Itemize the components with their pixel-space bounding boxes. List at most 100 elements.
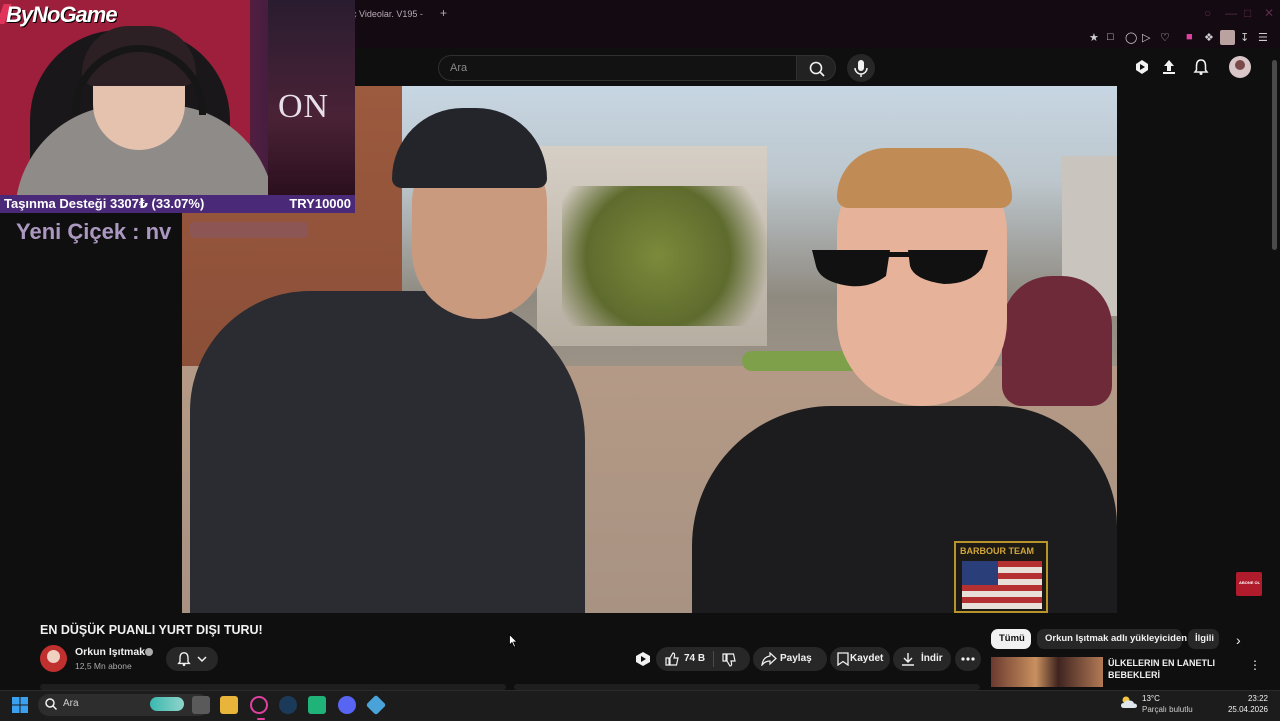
ask-ai-icon[interactable] xyxy=(632,648,654,670)
video-person-left-cap xyxy=(392,108,547,188)
clock-date[interactable]: 25.04.2026 xyxy=(1220,705,1268,714)
like-divider xyxy=(713,651,714,667)
sunglasses-icon xyxy=(812,250,988,287)
discord-icon[interactable] xyxy=(338,696,356,714)
related-video-title-line2: BEBEKLERİ xyxy=(1108,670,1161,680)
opera-gx-icon[interactable] xyxy=(250,696,268,720)
subscriber-count: 12,5 Mn abone xyxy=(75,661,132,671)
notifications-bell-icon[interactable] xyxy=(1192,58,1210,76)
download-button[interactable]: İndir xyxy=(893,647,951,671)
menu-icon[interactable]: ☰ xyxy=(1258,31,1268,44)
streamer-webcam: ON ByNoGame xyxy=(0,0,355,195)
account-avatar[interactable] xyxy=(1229,56,1251,78)
app-green-icon[interactable] xyxy=(308,696,326,714)
search-input[interactable]: Ara xyxy=(438,55,796,81)
poster-text: ON xyxy=(278,88,330,125)
video-title: EN DÜŞÜK PUANLI YURT DIŞI TURU! xyxy=(40,623,263,637)
donation-label: Taşınma Desteği 3307₺ (33.07%) xyxy=(4,196,205,211)
like-icon[interactable] xyxy=(664,651,680,667)
taskbar-search-placeholder: Ara xyxy=(63,698,79,709)
search-highlight-image xyxy=(150,697,184,711)
shield-icon[interactable]: ◯ xyxy=(1125,31,1137,44)
chip-from-uploader-label: Orkun Işıtmak adlı yükleyiciden xyxy=(1045,633,1188,644)
video-person-right-hair xyxy=(837,148,1012,208)
taskbar-search-icon xyxy=(45,698,58,711)
video-scene-trees xyxy=(562,186,802,326)
subscribe-watermark[interactable]: ABONE OL xyxy=(1236,572,1262,596)
weather-cloud-icon xyxy=(1121,696,1137,708)
mouse-cursor-icon xyxy=(509,634,518,648)
create-icon[interactable] xyxy=(1133,58,1151,76)
channel-avatar[interactable] xyxy=(40,645,67,672)
video-person-left-hoodie xyxy=(190,291,585,613)
jacket-badge-text: BARBOUR TEAM xyxy=(960,546,1034,556)
microphone-icon xyxy=(854,60,868,77)
donation-goal: TRY10000 xyxy=(289,196,351,211)
search-icon xyxy=(809,61,825,77)
flag-icon xyxy=(962,561,1042,609)
screenshot-icon[interactable]: □ xyxy=(1107,31,1114,43)
chevron-right-icon[interactable]: › xyxy=(1236,632,1241,648)
subscribe-watermark-text: ABONE OL xyxy=(1239,580,1261,585)
like-count[interactable]: 74 B xyxy=(684,653,705,664)
channel-name[interactable]: Orkun Işıtmak xyxy=(75,646,145,658)
maximize-icon[interactable]: □ xyxy=(1244,6,1251,20)
related-video-title[interactable]: ÜLKELERIN EN LANETLI BEBEKLERİ xyxy=(1108,657,1248,681)
browser-tab-title[interactable]: ç Videolar. V195 - xyxy=(352,9,423,19)
download-icon xyxy=(902,653,914,666)
video-scene-bystander xyxy=(1002,276,1112,406)
donation-goal-bar: Taşınma Desteği 3307₺ (33.07%) TRY10000 xyxy=(0,195,355,213)
more-actions-button[interactable] xyxy=(955,647,981,671)
share-button[interactable]: Paylaş xyxy=(753,647,827,671)
play-icon[interactable]: ▷ xyxy=(1142,31,1150,44)
voice-search-button[interactable] xyxy=(847,54,875,82)
verified-badge-icon xyxy=(145,648,153,656)
related-video-title-line1: ÜLKELERIN EN LANETLI xyxy=(1108,658,1215,668)
bell-icon xyxy=(177,652,191,667)
heart-icon[interactable]: ♡ xyxy=(1160,31,1170,44)
subscription-bell-button[interactable] xyxy=(166,647,218,671)
profile-avatar[interactable] xyxy=(1220,30,1235,45)
pin-icon[interactable]: ★ xyxy=(1089,31,1099,44)
search-button[interactable] xyxy=(796,55,836,81)
chip-related[interactable]: İlgili xyxy=(1188,629,1219,649)
new-flower-alert-blur xyxy=(190,222,308,238)
download-label: İndir xyxy=(921,653,943,664)
weather-temperature[interactable]: 13°C xyxy=(1142,694,1160,703)
related-video-thumbnail[interactable] xyxy=(991,657,1103,687)
weather-condition[interactable]: Parçalı bulutlu xyxy=(1142,705,1193,714)
search-icon[interactable]: ○ xyxy=(1204,6,1211,20)
save-button[interactable]: Kaydet xyxy=(830,647,890,671)
save-label: Kaydet xyxy=(850,653,884,664)
close-icon[interactable]: ✕ xyxy=(1264,6,1274,20)
bookmark-icon xyxy=(837,652,849,666)
clock-time[interactable]: 23:22 xyxy=(1230,694,1268,703)
like-dislike-group: 74 B xyxy=(656,647,750,671)
minimize-icon[interactable]: — xyxy=(1225,6,1237,20)
chip-all[interactable]: Tümü xyxy=(991,629,1031,649)
steam-icon[interactable] xyxy=(279,696,297,714)
extension-active-icon[interactable]: ■ xyxy=(1186,31,1193,43)
search-placeholder: Ara xyxy=(450,62,468,74)
video-person-right-jacket xyxy=(692,406,1117,613)
chevron-down-icon xyxy=(197,656,207,663)
task-view-icon[interactable] xyxy=(192,696,210,714)
channel-logo: ByNoGame xyxy=(6,2,118,27)
dislike-icon[interactable] xyxy=(721,652,737,668)
jacket-badge: BARBOUR TEAM xyxy=(954,541,1048,613)
share-label: Paylaş xyxy=(780,653,812,664)
download-icon[interactable]: ↧ xyxy=(1240,31,1249,44)
more-dots-icon xyxy=(961,657,975,661)
upload-icon[interactable] xyxy=(1160,58,1178,76)
windows-start-icon[interactable] xyxy=(12,697,28,713)
new-tab-button[interactable]: + xyxy=(440,6,447,20)
chip-all-label: Tümü xyxy=(999,633,1025,644)
page-scrollbar[interactable] xyxy=(1272,60,1277,250)
chip-from-uploader[interactable]: Orkun Işıtmak adlı yükleyiciden xyxy=(1037,629,1187,649)
share-icon xyxy=(761,652,777,666)
related-more-icon[interactable]: ⋮ xyxy=(1249,658,1261,672)
puzzle-icon[interactable]: ❖ xyxy=(1204,31,1214,44)
file-explorer-icon[interactable] xyxy=(220,696,238,714)
chip-related-label: İlgili xyxy=(1195,633,1214,644)
new-flower-alert: Yeni Çiçek : nv xyxy=(16,219,172,244)
